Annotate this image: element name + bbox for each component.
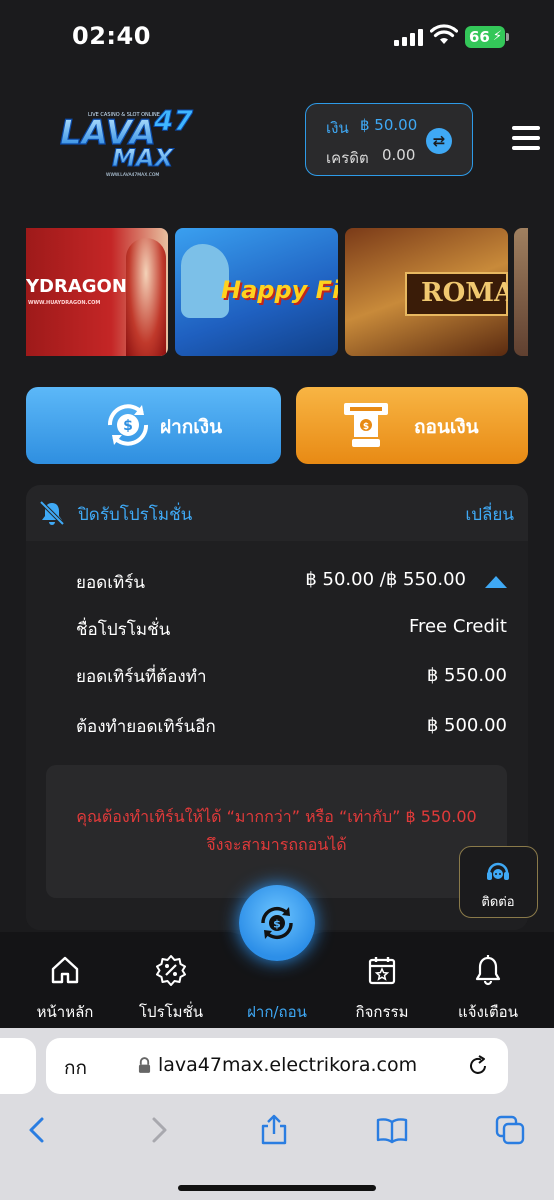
turnover-warning-box: คุณต้องทำเทิร์นให้ได้ “มากกว่า” หรือ “เท…	[46, 765, 507, 898]
game-banner-carousel[interactable]: YDRAGON WWW.HUAYDRAGON.COM Happy Fis ROM…	[0, 228, 554, 356]
reload-icon[interactable]	[466, 1054, 490, 1078]
banner-roma-title: ROMA	[421, 278, 508, 308]
charging-bolt-icon: ⚡	[492, 29, 502, 44]
battery-level: 66	[469, 28, 490, 46]
lock-icon	[138, 1057, 151, 1073]
banner-huaydragon-title: YDRAGON	[26, 276, 127, 297]
promotion-name-label: ชื่อโปรโมชั่น	[76, 620, 171, 640]
svg-text:47: 47	[153, 104, 193, 137]
swap-wallet-icon[interactable]: ⇄	[426, 128, 452, 154]
menu-icon[interactable]	[512, 126, 540, 150]
previous-tab[interactable]	[0, 1038, 36, 1094]
url-text: lava47max.electrikora.com	[158, 1054, 418, 1076]
svg-text:WWW.LAVA47MAX.COM: WWW.LAVA47MAX.COM	[106, 172, 159, 178]
turnover-label: ยอดเทิร์น	[76, 573, 145, 593]
nav-notification[interactable]: แจ้งเตือน	[438, 954, 538, 1021]
cash-balance-row: เงิน ฿ 50.00	[326, 116, 417, 140]
credit-label: เครดิต	[326, 149, 369, 167]
browser-chrome: กก lava47max.electrikora.com	[0, 1028, 554, 1200]
withdraw-label: ถอนเงิน	[414, 416, 479, 438]
nav-notification-label: แจ้งเตือน	[458, 1003, 518, 1021]
wifi-icon	[430, 24, 458, 44]
nav-deposit-withdraw-label: ฝาก/ถอน	[247, 1003, 307, 1021]
withdraw-button[interactable]: $ ถอนเงิน	[296, 387, 528, 464]
banner-roma[interactable]: ROMA	[345, 228, 508, 356]
battery-icon: 66 ⚡	[465, 26, 509, 48]
text-size-button[interactable]: กก	[64, 1053, 87, 1083]
deposit-coin-icon: $	[107, 404, 149, 446]
banner-next-peek[interactable]	[514, 228, 528, 356]
forward-icon[interactable]	[142, 1114, 174, 1146]
status-time: 02:40	[72, 22, 151, 50]
turnover-warning-text: คุณต้องทำเทิร์นให้ได้ “มากกว่า” หรือ “เท…	[76, 807, 477, 854]
nav-home[interactable]: หน้าหลัก	[15, 954, 115, 1021]
turnover-value: ฿ 50.00 /฿ 550.00	[305, 569, 466, 590]
remaining-turnover-label: ต้องทำยอดเทิร์นอีก	[76, 717, 216, 737]
bookmarks-icon[interactable]	[376, 1114, 408, 1146]
banner-huaydragon[interactable]: YDRAGON WWW.HUAYDRAGON.COM	[26, 228, 168, 356]
banner-huaydragon-sub: WWW.HUAYDRAGON.COM	[28, 300, 101, 306]
svg-text:LIVE CASINO & SLOT ONLINE: LIVE CASINO & SLOT ONLINE	[88, 112, 160, 118]
address-bar[interactable]: กก lava47max.electrikora.com	[46, 1038, 508, 1094]
promotion-header: ปิดรับโปรโมชั่น เปลี่ยน	[26, 485, 528, 541]
status-bar: 02:40 66 ⚡	[0, 0, 554, 76]
nav-promotion[interactable]: โปรโมชั่น	[121, 954, 221, 1021]
required-turnover-label: ยอดเทิร์นที่ต้องทำ	[76, 667, 207, 687]
nav-promotion-label: โปรโมชั่น	[138, 1003, 203, 1021]
banner-happy-fish[interactable]: Happy Fis	[175, 228, 338, 356]
promotion-icon	[156, 955, 186, 986]
svg-text:$: $	[123, 418, 133, 434]
atm-withdraw-icon: $	[344, 403, 388, 447]
deposit-label: ฝากเงิน	[160, 416, 223, 438]
collapse-arrow-icon[interactable]	[485, 575, 507, 589]
promotion-panel: ปิดรับโปรโมชั่น เปลี่ยน ยอดเทิร์น ฿ 50.0…	[26, 485, 528, 930]
svg-text:MAX: MAX	[112, 144, 174, 172]
promotion-name-value: Free Credit	[408, 616, 507, 637]
wallet-balance-box[interactable]: เงิน ฿ 50.00 เครดิต 0.00 ⇄	[305, 103, 473, 176]
deposit-withdraw-fab[interactable]: $	[239, 885, 315, 961]
promotion-details: ยอดเทิร์น ฿ 50.00 /฿ 550.00 ชื่อโปรโมชั่…	[26, 541, 528, 930]
app-screen: 02:40 66 ⚡ LAVA 47 MAX LIVE CASINO & SLO…	[0, 0, 554, 1200]
bell-off-icon	[39, 500, 65, 526]
tabs-icon[interactable]	[494, 1114, 526, 1146]
home-icon	[51, 956, 79, 984]
cash-label: เงิน	[326, 119, 349, 137]
change-promotion-link[interactable]: เปลี่ยน	[465, 501, 514, 528]
nav-activity-label: กิจกรรม	[355, 1003, 409, 1021]
credit-value: 0.00	[382, 146, 416, 164]
contact-support-button[interactable]: ติดต่อ	[459, 846, 538, 918]
nav-activity[interactable]: กิจกรรม	[332, 954, 432, 1021]
deposit-button[interactable]: $ ฝากเงิน	[26, 387, 281, 464]
svg-text:$: $	[273, 918, 281, 931]
svg-text:$: $	[363, 422, 369, 432]
contact-label: ติดต่อ	[481, 895, 515, 910]
site-logo[interactable]: LAVA 47 MAX LIVE CASINO & SLOT ONLINE WW…	[54, 96, 204, 180]
cash-value: ฿ 50.00	[360, 116, 418, 134]
deposit-withdraw-icon: $	[261, 906, 293, 940]
bell-icon	[475, 955, 501, 986]
headset-icon	[487, 862, 509, 880]
home-indicator	[178, 1185, 376, 1191]
remaining-turnover-value: ฿ 500.00	[426, 715, 507, 736]
banner-happy-fish-title: Happy Fis	[221, 276, 338, 304]
share-icon[interactable]	[258, 1114, 290, 1146]
required-turnover-value: ฿ 550.00	[426, 665, 507, 686]
back-icon[interactable]	[22, 1114, 54, 1146]
nav-home-label: หน้าหลัก	[36, 1003, 94, 1021]
calendar-icon	[368, 957, 396, 985]
credit-balance-row: เครดิต 0.00	[326, 146, 415, 170]
signal-icon	[394, 28, 424, 46]
promotion-status-title: ปิดรับโปรโมชั่น	[78, 505, 193, 525]
